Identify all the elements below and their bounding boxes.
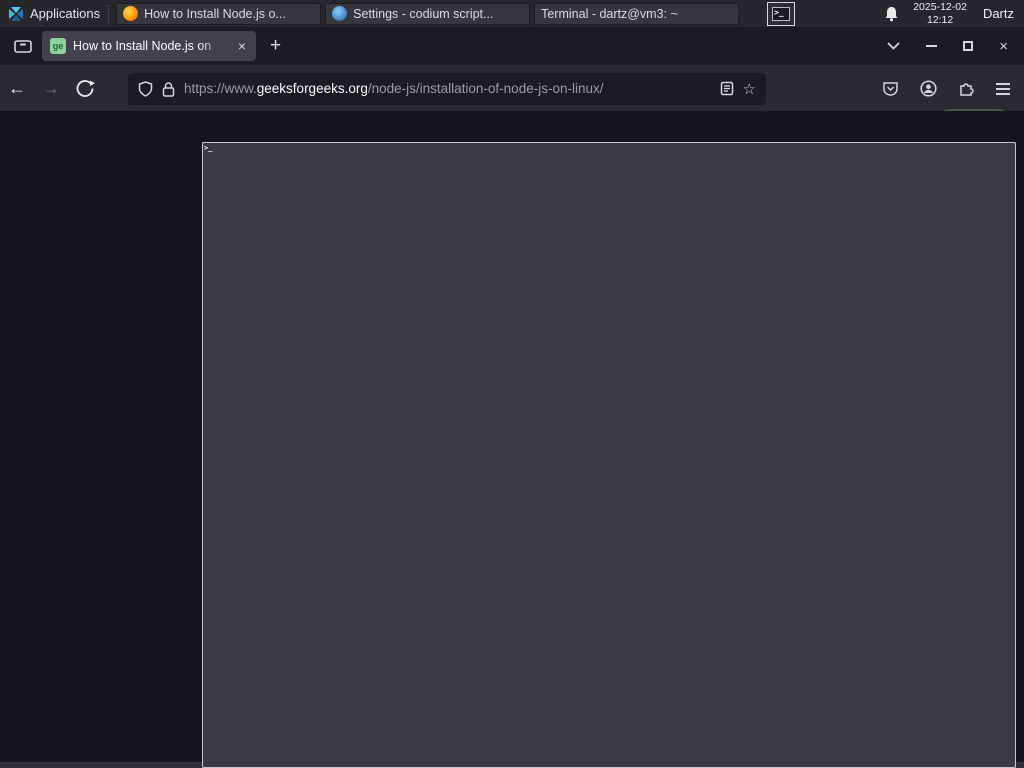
navigation-toolbar: ← → https://www.geeksforgeeks.org/node-j… — [0, 65, 1024, 112]
firefox-icon — [123, 6, 139, 21]
applications-label: Applications — [30, 6, 101, 21]
terminal-icon — [772, 6, 791, 21]
panel-window-button-terminal[interactable]: Terminal - dartz@vm3: ~ — [202, 2, 1016, 768]
panel-status-area: 2025-12-02 12:12 Dartz — [884, 1, 1024, 26]
tracking-protection-shield-icon[interactable] — [138, 80, 153, 97]
firefox-view-icon[interactable] — [14, 38, 32, 54]
url-path: /node-js/installation-of-node-js-on-linu… — [367, 81, 604, 96]
toolbar-extension-area — [882, 80, 1024, 98]
close-button[interactable]: × — [999, 39, 1008, 54]
tab-close-icon[interactable]: × — [236, 37, 248, 55]
panel-username[interactable]: Dartz — [983, 6, 1014, 21]
url-bar[interactable]: https://www.geeksforgeeks.org/node-js/in… — [128, 72, 766, 105]
window-button-title: Settings - codium script... — [353, 6, 494, 21]
top-panel: Applications How to Install Node.js o...… — [0, 0, 1024, 768]
clock-time: 12:12 — [926, 13, 954, 26]
url-prefix: https://www. — [184, 81, 257, 96]
panel-window-button-vscodium[interactable]: Settings - codium script... — [325, 2, 531, 25]
back-button[interactable]: ← — [0, 78, 34, 99]
lock-icon[interactable] — [162, 81, 175, 97]
list-all-tabs-icon[interactable] — [887, 42, 900, 50]
tab-title: How to Install Node.js on — [73, 39, 212, 53]
window-button-list: How to Install Node.js o... Settings - co… — [116, 2, 1016, 768]
bookmark-star-icon[interactable]: ☆ — [743, 80, 756, 98]
desktop: Applications How to Install Node.js o...… — [0, 0, 1024, 768]
forward-button[interactable]: → — [34, 78, 68, 99]
menu-hamburger-icon[interactable] — [996, 80, 1010, 98]
window-button-title: Terminal - dartz@vm3: ~ — [541, 6, 678, 21]
tab-bar: ge How to Install Node.js on × + × — [0, 27, 1024, 65]
pocket-icon[interactable] — [882, 81, 899, 97]
browser-tab[interactable]: ge How to Install Node.js on × — [42, 31, 256, 61]
applications-menu-button[interactable]: Applications — [0, 0, 108, 27]
panel-clock[interactable]: 2025-12-02 12:12 — [913, 1, 967, 25]
url-domain: geeksforgeeks.org — [256, 81, 368, 96]
maximize-button[interactable] — [963, 41, 974, 51]
notification-bell-icon[interactable] — [884, 6, 899, 22]
terminal-launcher-button[interactable] — [767, 1, 796, 26]
reader-view-icon[interactable] — [720, 81, 734, 96]
vscodium-icon — [332, 6, 348, 21]
window-controls: × — [887, 39, 1024, 54]
geeksforgeeks-favicon: ge — [50, 38, 66, 54]
window-button-title: How to Install Node.js o... — [144, 6, 286, 21]
applications-icon — [9, 6, 23, 21]
extensions-icon[interactable] — [958, 80, 975, 97]
url-text: https://www.geeksforgeeks.org/node-js/in… — [184, 81, 711, 96]
new-tab-button[interactable]: + — [270, 35, 281, 57]
panel-window-button-firefox[interactable]: How to Install Node.js o... — [116, 2, 322, 25]
minimize-button[interactable] — [926, 45, 938, 47]
account-icon[interactable] — [920, 80, 937, 97]
panel-separator — [108, 4, 112, 23]
clock-date: 2025-12-02 — [913, 1, 967, 14]
reload-icon[interactable] — [68, 80, 102, 97]
